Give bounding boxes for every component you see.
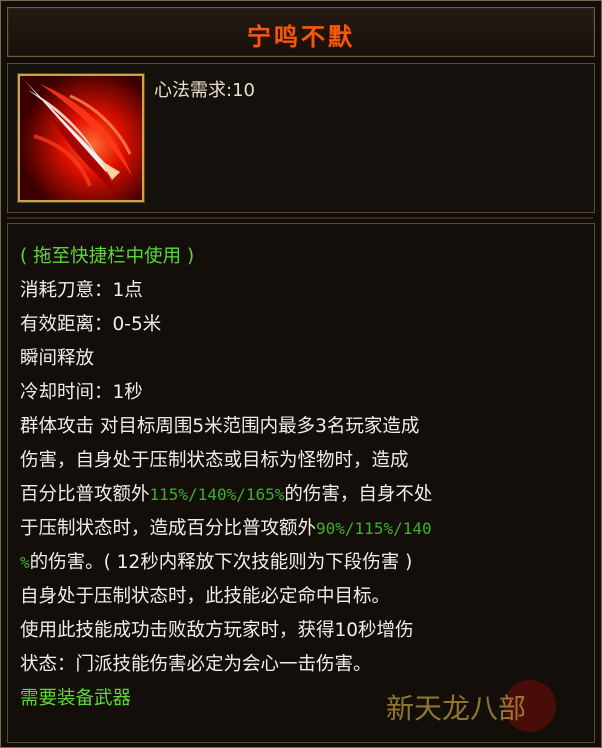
- section-divider: [7, 217, 593, 219]
- game-logo-watermark: 新天龙八部: [386, 680, 556, 732]
- usage-hint: ( 拖至快捷栏中使用 ): [20, 246, 195, 267]
- description-line-5: %的伤害。( 12秒内释放下次技能则为下段伤害 ): [20, 550, 412, 576]
- range-line: 有效距离：0-5米: [20, 314, 162, 335]
- damage-percent-normal: 90%/115%/140: [316, 519, 432, 538]
- watermark-text: 新天龙八部: [386, 692, 526, 725]
- description-line-7: 使用此技能成功击败敌方玩家时，获得10秒增伤: [20, 620, 414, 641]
- description-line-6: 自身处于压制状态时，此技能必定命中目标。: [20, 586, 391, 607]
- description-text: 的伤害。( 12秒内释放下次技能则为下段伤害 ): [29, 552, 413, 573]
- description-line-3: 百分比普攻额外115%/140%/165%的伤害，自身不处: [20, 482, 432, 508]
- description-text: 的伤害，自身不处: [284, 484, 433, 505]
- cast-type-line: 瞬间释放: [20, 348, 95, 369]
- description-line-4: 于压制状态时，造成百分比普攻额外90%/115%/140: [20, 516, 432, 542]
- cooldown-line: 冷却时间：1秒: [20, 382, 143, 403]
- cost-line: 消耗刀意：1点: [20, 280, 143, 301]
- skill-description-section: ( 拖至快捷栏中使用 ) 消耗刀意：1点 有效距离：0-5米 瞬间释放 冷却时间…: [7, 223, 595, 743]
- damage-percent-suppressed: 115%/140%/165%: [149, 485, 285, 504]
- percent-sign: %: [20, 553, 30, 572]
- description-text: 于压制状态时，造成百分比普攻额外: [20, 518, 317, 539]
- skill-title: 宁鸣不默: [247, 23, 355, 51]
- red-blade-slash-icon: [20, 76, 142, 200]
- description-text: 百分比普攻额外: [20, 484, 150, 505]
- description-line-2: 伤害，自身处于压制状态或目标为怪物时，造成: [20, 450, 409, 471]
- description-line-1: 群体攻击 对目标周围5米范围内最多3名玩家造成: [20, 416, 420, 437]
- description-line-8: 状态：门派技能伤害必定为会心一击伤害。: [20, 654, 372, 675]
- skill-icon: [18, 74, 144, 202]
- title-bar: 宁鸣不默: [7, 7, 595, 57]
- skill-tooltip-panel: 宁鸣不默 心法需求:10 (拖至快捷栏中使用) 消耗刀意：1点 有效距离：0…: [0, 0, 602, 748]
- weapon-requirement: 需要装备武器: [20, 688, 132, 709]
- mind-method-requirement: 心法需求:10: [154, 80, 255, 101]
- skill-header-section: 心法需求:10: [7, 63, 595, 213]
